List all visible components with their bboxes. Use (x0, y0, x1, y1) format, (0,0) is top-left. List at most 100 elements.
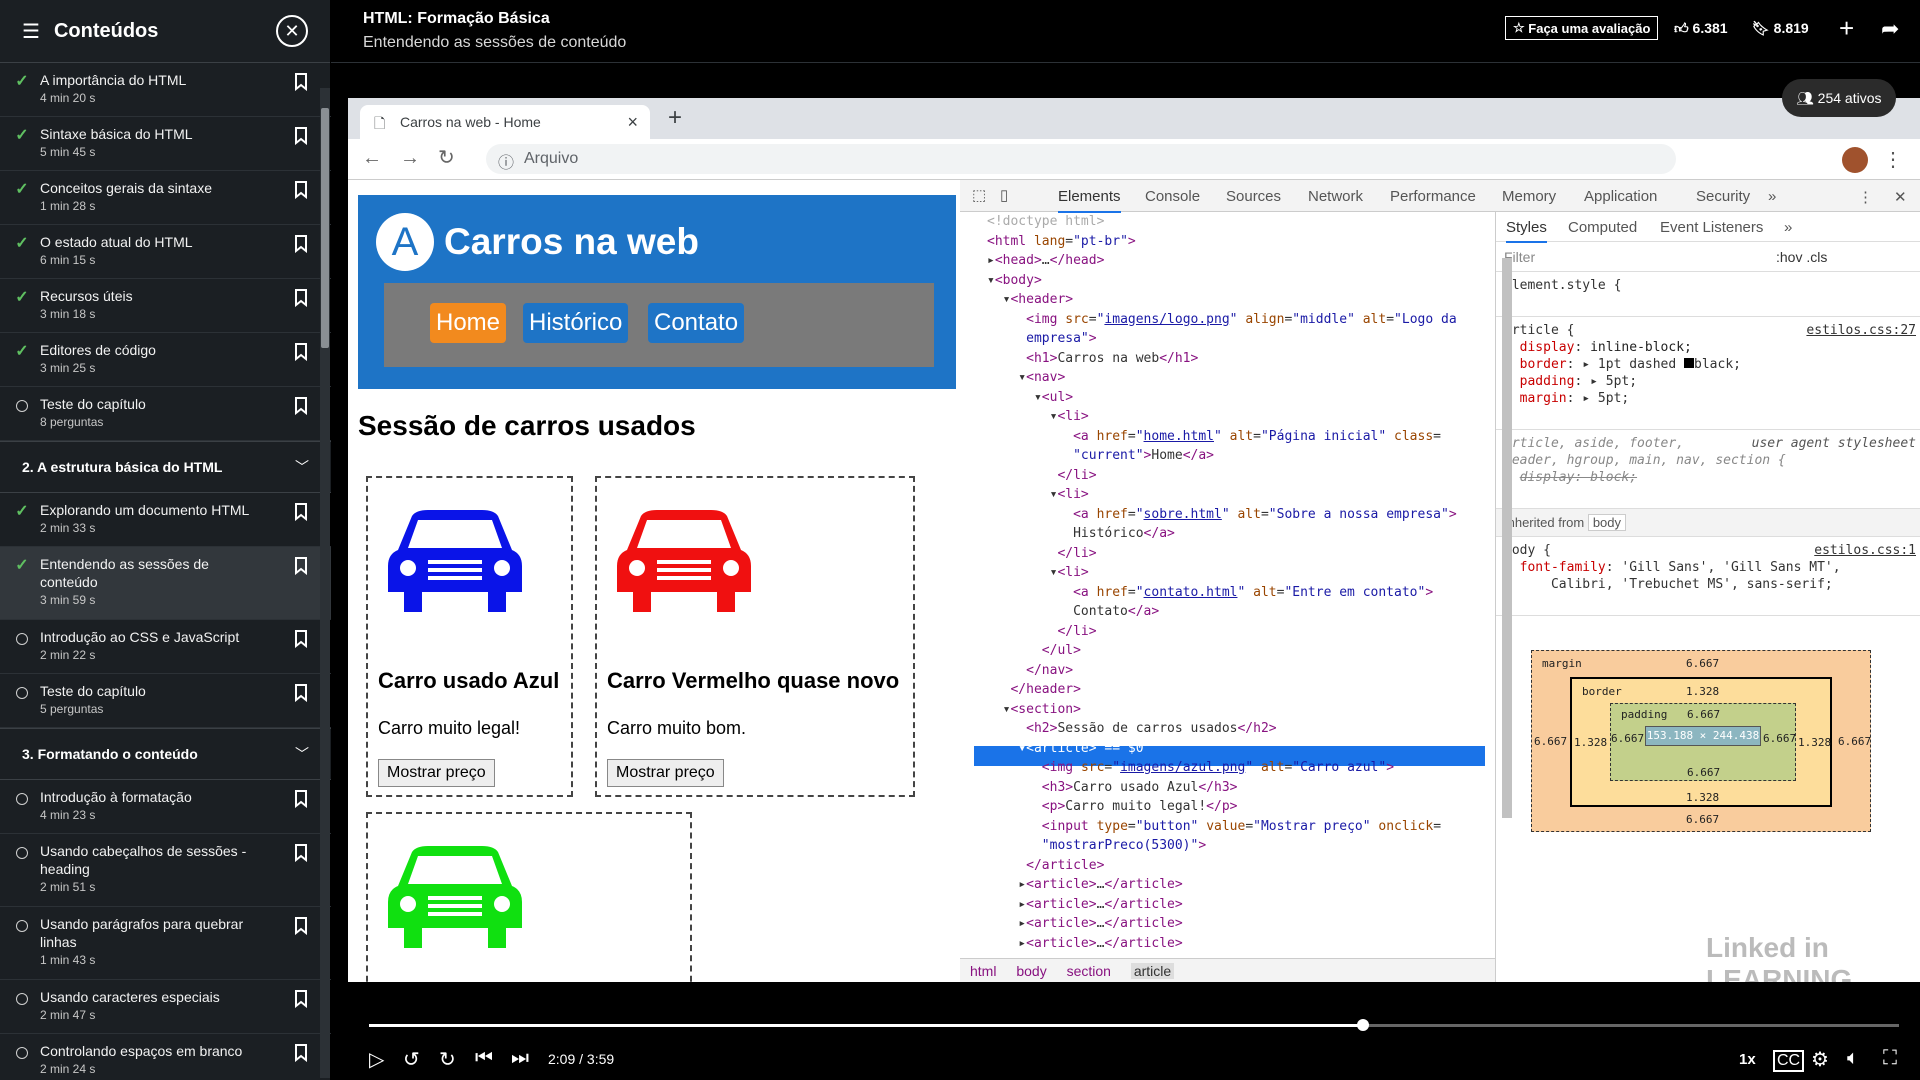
hov-cls: :hov .cls (1776, 249, 1828, 265)
lesson-item[interactable]: Usando caracteres especiais 2 min 47 s (0, 980, 331, 1034)
tab-memory: Memory (1502, 188, 1557, 205)
close-sidebar-button[interactable]: ✕ (276, 15, 308, 47)
lesson-duration: 4 min 23 s (40, 808, 96, 822)
border-value: 1.328 (1798, 736, 1832, 749)
bookmark-icon[interactable] (294, 990, 308, 1008)
bookmark-icon[interactable] (294, 790, 308, 808)
add-to-collection-button[interactable]: + (1839, 13, 1854, 44)
lesson-item[interactable]: ✓ A importância do HTML 4 min 20 s (0, 63, 331, 117)
lesson-item[interactable]: ✓ Sintaxe básica do HTML 5 min 45 s (0, 117, 331, 171)
bookmark-icon[interactable] (294, 1044, 308, 1062)
captions-button[interactable]: CC (1773, 1050, 1805, 1072)
browser-tab: 🗋 Carros na web - Home × (360, 105, 650, 139)
circle-icon (16, 847, 28, 859)
save-button[interactable]: 🔖︎ 8.819 (1752, 20, 1809, 37)
next-button[interactable]: ⏭︎ (511, 1047, 529, 1070)
fullscreen-button[interactable]: ⛶ (1883, 1047, 1897, 1070)
chapter-header[interactable]: 3. Formatando o conteúdo ﹀ (0, 728, 331, 780)
sidebar-scrollbar[interactable] (320, 88, 330, 1078)
margin-value: 6.667 (1686, 813, 1720, 826)
circle-icon (16, 633, 28, 645)
time-display: 2:09 / 3:59 (548, 1051, 615, 1067)
margin-value: 6.667 (1686, 657, 1720, 670)
share-button[interactable]: ➦ (1881, 16, 1899, 42)
lesson-duration: 2 min 33 s (40, 521, 96, 535)
lesson-item[interactable]: Teste do capítulo 5 perguntas (0, 674, 331, 728)
lesson-item[interactable]: ✓ Entendendo as sessões de conteúdo 3 min … (0, 547, 331, 620)
box-model: margin 6.667 6.667 6.667 6.667 border 1.… (1531, 650, 1871, 832)
bookmark-icon[interactable] (294, 127, 308, 145)
rule-element-style: element.style {} (1496, 272, 1920, 317)
lesson-item[interactable]: Introdução à formatação 4 min 23 s (0, 780, 331, 834)
previous-button[interactable]: ⏮︎ (475, 1047, 493, 1070)
progress-handle[interactable] (1357, 1019, 1370, 1031)
bookmark-icon[interactable] (294, 73, 308, 91)
crumb-body: body (1016, 963, 1047, 979)
lesson-item[interactable]: Teste do capítulo 8 perguntas (0, 387, 331, 441)
player-controls: ▷ ↺ ↻ ⏮︎ ⏭︎ 2:09 / 3:59 1x CC ⚙ 🔈︎ ⛶ (331, 982, 1920, 1080)
lesson-duration: 2 min 22 s (40, 648, 96, 662)
lesson-duration: 2 min 51 s (40, 880, 96, 894)
speed-button[interactable]: 1x (1739, 1051, 1756, 1068)
lesson-title: Explorando um documento HTML (40, 502, 250, 518)
lesson-item[interactable]: ✓ Conceitos gerais da sintaxe 1 min 28 s (0, 171, 331, 225)
lesson-title: Conceitos gerais da sintaxe (40, 180, 212, 196)
border-box: border 1.328 1.328 1.328 1.328 padding 6… (1570, 677, 1832, 807)
lesson-item[interactable]: ✓ O estado atual do HTML 6 min 15 s (0, 225, 331, 279)
web-page: A Carros na web Home Histórico Contato S… (348, 180, 960, 982)
forward-10-button[interactable]: ↻ (439, 1047, 456, 1072)
chapter-header[interactable]: 2. A estrutura básica do HTML ﹀ (0, 441, 331, 493)
bookmark-icon[interactable] (294, 503, 308, 521)
lesson-item[interactable]: Introdução ao CSS e JavaScript 2 min 22 s (0, 620, 331, 674)
rate-course-button[interactable]: ☆ Faça uma avaliação (1505, 16, 1659, 40)
like-button[interactable]: 👍︎ 6.381 (1674, 20, 1728, 37)
volume-button[interactable]: 🔈︎ (1847, 1047, 1859, 1070)
lesson-item[interactable]: ✓ Editores de código 3 min 25 s (0, 333, 331, 387)
lesson-title: Sintaxe básica do HTML (40, 126, 193, 142)
lesson-list: ✓ A importância do HTML 4 min 20 s ✓ Sintaxe… (0, 63, 331, 1080)
bookmark-icon[interactable] (294, 844, 308, 862)
article-blue-car: Carro usado Azul Carro muito legal! Most… (366, 476, 573, 797)
progress-bar[interactable] (369, 1019, 1899, 1031)
lesson-duration: 2 min 24 s (40, 1062, 96, 1076)
new-tab-icon: + (668, 104, 683, 131)
article-title: Carro usado Azul (378, 668, 560, 693)
lesson-title: Controlando espaços em branco (40, 1043, 243, 1059)
bookmark-icon[interactable] (294, 235, 308, 253)
lesson-duration: 1 min 28 s (40, 199, 96, 213)
active-learners-badge: 👥︎ 254 ativos (1782, 79, 1896, 117)
bookmark-icon[interactable] (294, 684, 308, 702)
nav-contato: Contato (648, 303, 745, 343)
scrollbar-thumb[interactable] (321, 108, 329, 348)
tab-network: Network (1308, 188, 1364, 205)
play-button[interactable]: ▷ (369, 1047, 384, 1072)
bookmark-icon[interactable] (294, 630, 308, 648)
bookmark-icon[interactable] (294, 289, 308, 307)
lesson-item[interactable]: ✓ Recursos úteis 3 min 18 s (0, 279, 331, 333)
rule-body: body {estilos.css:1 font-family: 'Gill S… (1496, 537, 1920, 616)
star-icon: ☆ (1513, 20, 1529, 35)
lesson-item[interactable]: ✓ Explorando um documento HTML 2 min 33 s (0, 493, 331, 547)
bookmark-icon[interactable] (294, 917, 308, 935)
lesson-item[interactable]: Controlando espaços em branco 2 min 24 s (0, 1034, 331, 1080)
address-bar: ⓘ Arquivo (486, 144, 1676, 174)
bookmark-icon[interactable] (294, 557, 308, 575)
lesson-item[interactable]: Usando cabeçalhos de sessões - heading 2 … (0, 834, 331, 907)
rewind-10-button[interactable]: ↺ (403, 1047, 420, 1072)
thumbs-up-icon: 👍︎ (1674, 20, 1693, 36)
bookmark-icon[interactable] (294, 181, 308, 199)
styles-filter: Filter:hov .cls (1496, 242, 1920, 272)
contents-sidebar: ☰ Conteúdos ✕ ✓ A importância do HTML 4 mi… (0, 0, 331, 1080)
lesson-item[interactable]: Usando parágrafos para quebrar linhas 1 m… (0, 907, 331, 980)
lesson-duration: 1 min 43 s (40, 953, 96, 967)
lesson-duration: 4 min 20 s (40, 91, 96, 105)
bookmark-icon[interactable] (294, 397, 308, 415)
site-header: A Carros na web Home Histórico Contato (358, 195, 956, 389)
lesson-title: Introdução à formatação (40, 789, 192, 805)
lesson-duration: 3 min 18 s (40, 307, 96, 321)
bookmark-icon[interactable] (294, 343, 308, 361)
inspect-icon: ⬚ (972, 187, 987, 204)
settings-button[interactable]: ⚙ (1811, 1047, 1829, 1072)
border-value: 1.328 (1686, 685, 1720, 698)
chapter-title: 2. A estrutura básica do HTML (22, 459, 223, 475)
